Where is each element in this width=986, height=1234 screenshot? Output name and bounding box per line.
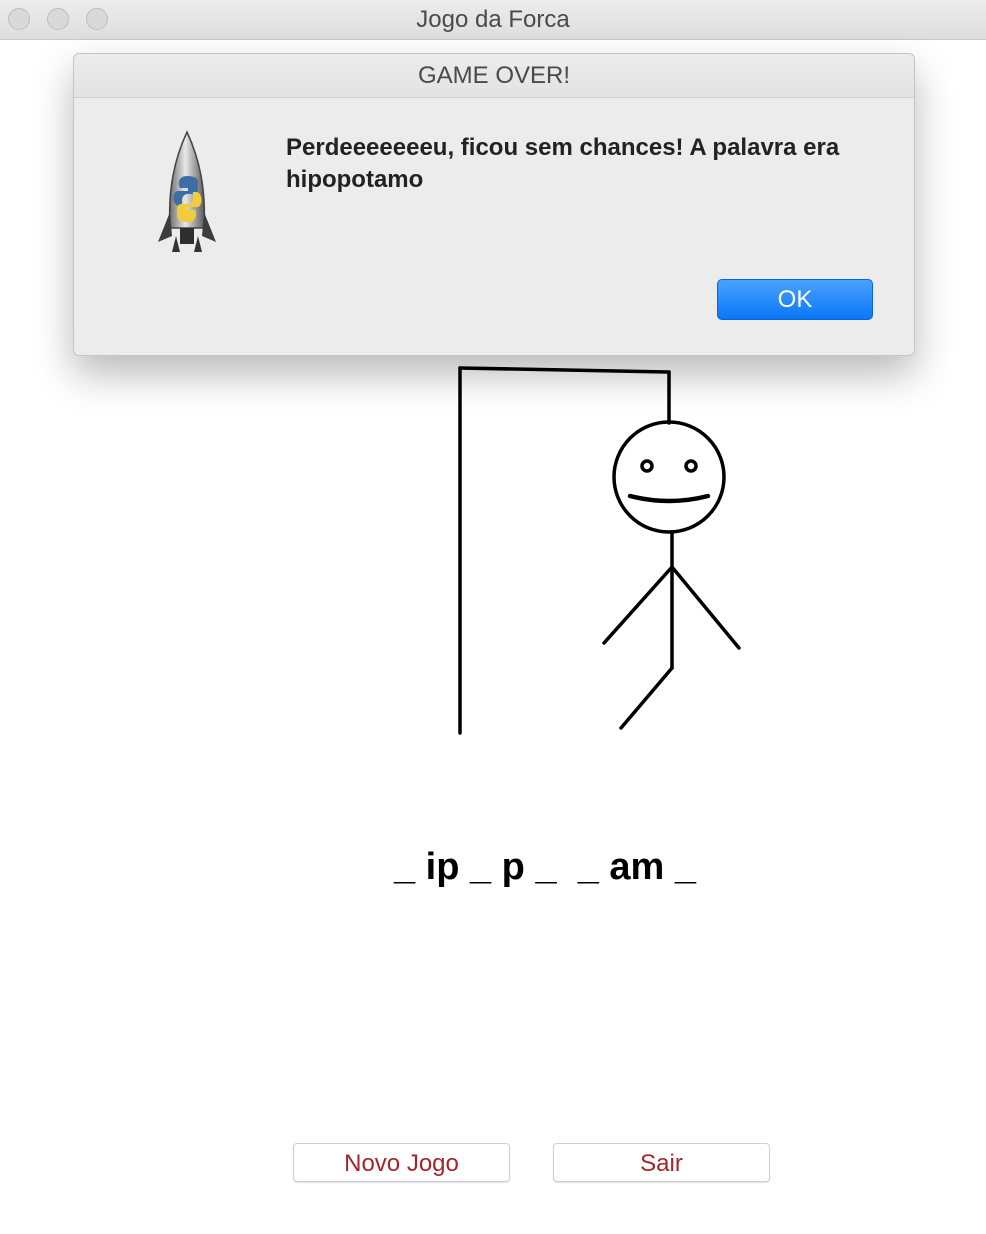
game-over-dialog: GAME OVER! Perdeeeeeeeu, ficou sem chanc… (73, 53, 915, 356)
hanged-man-left-eye (640, 459, 654, 473)
python-launcher-rocket-icon (158, 130, 216, 252)
hanged-man-left-leg (619, 666, 674, 730)
hanged-man-head (612, 420, 726, 534)
gallows-beam (458, 366, 671, 374)
hanged-man-smile (627, 493, 711, 504)
game-window: Jogo da Forca _ ip _ p _ _ am _ Novo Jog… (0, 0, 986, 1234)
window-titlebar: Jogo da Forca (0, 0, 986, 40)
hanged-man-left-arm (602, 565, 674, 645)
hanged-man-right-arm (670, 565, 741, 650)
ok-button[interactable]: OK (717, 279, 873, 320)
word-progress: _ ip _ p _ _ am _ (393, 846, 697, 888)
window-title: Jogo da Forca (416, 6, 570, 33)
dialog-message: Perdeeeeeeeu, ficou sem chances! A palav… (286, 134, 840, 193)
dialog-title: GAME OVER! (74, 54, 914, 98)
new-game-button[interactable]: Novo Jogo (293, 1143, 510, 1182)
quit-button[interactable]: Sair (553, 1143, 770, 1182)
hanged-man-right-eye (684, 459, 698, 473)
